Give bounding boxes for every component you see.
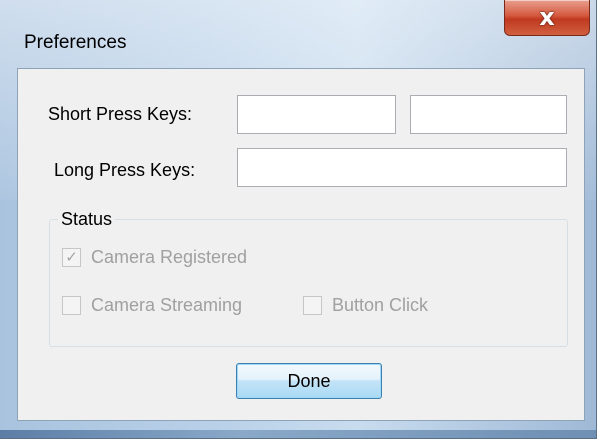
status-group-title: Status bbox=[58, 208, 116, 230]
status-groupbox: Status ✓ Camera Registered Camera Stream… bbox=[49, 208, 568, 347]
button-click-label: Button Click bbox=[332, 295, 429, 315]
window-title: Preferences bbox=[24, 32, 127, 53]
desktop: Preferences x Short Press Keys: Long Pre… bbox=[0, 0, 597, 439]
checkbox-box[interactable] bbox=[303, 295, 322, 315]
long-press-keys-input[interactable] bbox=[237, 148, 567, 187]
done-button[interactable]: Done bbox=[236, 363, 382, 399]
camera-registered-label: Camera Registered bbox=[91, 247, 248, 267]
close-icon: x bbox=[539, 3, 555, 31]
short-press-keys-input-1[interactable] bbox=[237, 95, 396, 134]
preferences-dialog: Preferences x Short Press Keys: Long Pre… bbox=[0, 0, 597, 439]
camera-registered-checkbox[interactable]: ✓ Camera Registered bbox=[62, 246, 247, 268]
checkbox-box[interactable] bbox=[62, 295, 81, 315]
window-bottom-border bbox=[0, 430, 596, 438]
short-press-keys-input-2[interactable] bbox=[410, 95, 567, 134]
check-icon: ✓ bbox=[65, 247, 78, 266]
camera-streaming-label: Camera Streaming bbox=[91, 295, 243, 315]
long-press-keys-label: Long Press Keys: bbox=[54, 160, 196, 180]
short-press-keys-label: Short Press Keys: bbox=[48, 104, 193, 124]
camera-streaming-checkbox[interactable]: Camera Streaming bbox=[62, 294, 242, 316]
dialog-client-area: Short Press Keys: Long Press Keys: Statu… bbox=[17, 68, 585, 421]
button-click-checkbox[interactable]: Button Click bbox=[303, 294, 428, 316]
checkbox-box[interactable]: ✓ bbox=[62, 247, 81, 267]
title-bar[interactable]: Preferences x bbox=[0, 0, 596, 56]
close-button[interactable]: x bbox=[504, 0, 590, 36]
